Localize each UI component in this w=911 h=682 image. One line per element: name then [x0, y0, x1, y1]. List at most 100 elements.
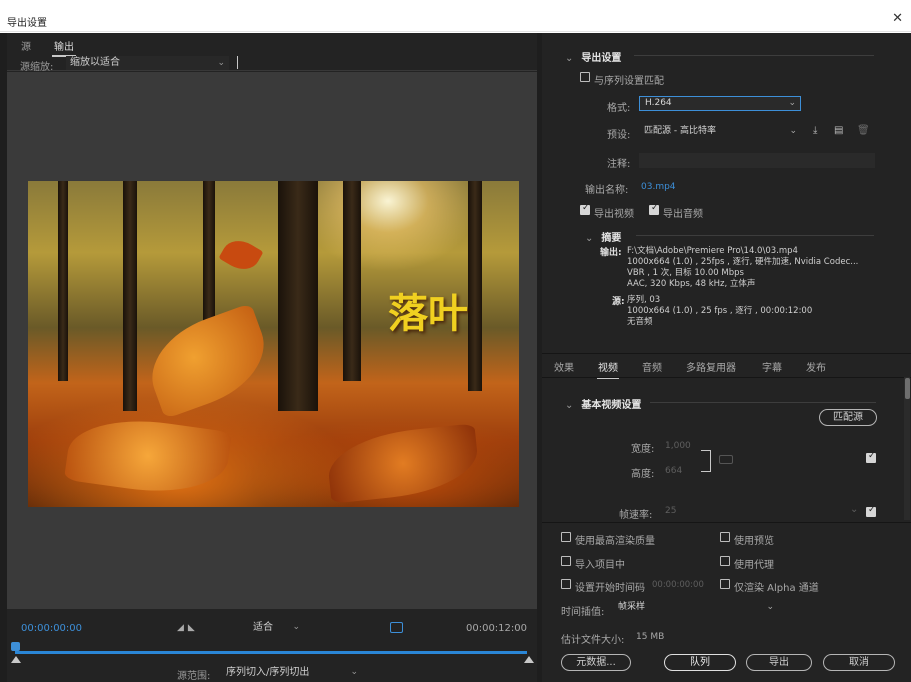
tab-video[interactable]: 视频 — [597, 359, 619, 379]
export-settings-title: 导出设置 — [581, 53, 622, 64]
chevron-down-icon: ⌄ — [789, 126, 797, 136]
tree-trunk — [468, 181, 482, 391]
chevron-down-icon: ⌄ — [788, 98, 796, 108]
in-point-handle[interactable] — [11, 656, 21, 663]
output-name-label: 输出名称: — [585, 185, 629, 196]
tab-captions[interactable]: 字幕 — [762, 359, 782, 374]
summary-source-line: 无音频 — [627, 317, 653, 327]
export-button[interactable]: 导出 — [746, 654, 812, 671]
comment-label: 注释: — [607, 159, 631, 170]
time-interpolation-select[interactable]: 帧采样 ⌄ — [613, 600, 778, 615]
source-range-select[interactable]: 序列切入/序列切出 ⌄ — [222, 665, 362, 680]
in-out-marker-icons[interactable]: ◢◣ — [177, 623, 199, 633]
match-source-button[interactable]: 匹配源 — [819, 409, 877, 426]
overlay-title: 落叶 — [388, 291, 468, 337]
basic-video-title: 基本视频设置 — [581, 400, 642, 411]
match-sequence-checkbox[interactable] — [580, 72, 590, 82]
export-audio-checkbox[interactable] — [649, 203, 659, 215]
chevron-down-icon: ⌄ — [292, 622, 300, 632]
import-preset-icon[interactable]: ▤ — [834, 125, 843, 136]
source-range-value: 序列切入/序列切出 — [226, 667, 310, 678]
summary-source-line: 序列, 03 — [627, 295, 661, 305]
divider — [636, 235, 874, 236]
use-proxies-checkbox[interactable] — [720, 556, 730, 566]
source-scale-row: 源缩放: 缩放以适合 ⌄ — [7, 54, 537, 73]
export-audio-label: 导出音频 — [663, 209, 703, 220]
frame-rate-auto-checkbox[interactable] — [866, 505, 876, 517]
fit-value: 适合 — [253, 622, 273, 633]
video-frame: 落叶 — [28, 181, 519, 507]
set-start-timecode-checkbox[interactable] — [561, 579, 571, 589]
use-previews-checkbox[interactable] — [720, 532, 730, 542]
playhead-handle[interactable] — [11, 642, 20, 651]
preset-value: 匹配源 - 高比特率 — [644, 126, 716, 136]
summary-output-key: 输出: — [600, 248, 622, 258]
export-settings-header[interactable]: ⌄ 导出设置 — [565, 49, 621, 64]
chevron-down-icon: ⌄ — [565, 53, 574, 64]
crop-icon[interactable] — [390, 622, 403, 633]
divider — [237, 56, 238, 69]
cancel-button[interactable]: 取消 — [823, 654, 895, 671]
tree-trunk — [123, 181, 137, 411]
tree-trunk — [343, 181, 361, 381]
tab-audio[interactable]: 音频 — [642, 359, 662, 374]
match-sequence-label: 与序列设置匹配 — [594, 76, 664, 87]
tab-effects[interactable]: 效果 — [554, 359, 574, 374]
chevron-down-icon: ⌄ — [565, 400, 574, 411]
save-preset-icon[interactable]: ⤓ — [813, 125, 817, 136]
start-timecode-field[interactable]: 00:00:00:00 — [652, 580, 704, 590]
use-previews-label: 使用预览 — [734, 536, 774, 547]
frame-rate-value[interactable]: 25 — [665, 506, 676, 516]
source-scale-value: 缩放以适合 — [70, 57, 120, 68]
divider — [542, 377, 911, 378]
tab-source[interactable]: 源 — [21, 38, 31, 53]
scrollbar-thumb[interactable] — [905, 378, 910, 399]
settings-pane: ⌄ 导出设置 与序列设置匹配 格式: H.264 ⌄ 预设: 匹配源 - 高比特率… — [542, 33, 911, 682]
frame-rate-label: 帧速率: — [619, 510, 653, 521]
link-icon[interactable] — [719, 455, 733, 464]
basic-video-header[interactable]: ⌄ 基本视频设置 — [565, 396, 641, 411]
summary-output-line: AAC, 320 Kbps, 48 kHz, 立体声 — [627, 279, 756, 289]
source-scale-select[interactable]: 缩放以适合 ⌄ — [66, 56, 229, 70]
width-label: 宽度: — [631, 444, 655, 455]
format-select[interactable]: H.264 ⌄ — [639, 96, 801, 111]
tree-trunk — [58, 181, 68, 381]
height-value[interactable]: 664 — [665, 466, 682, 476]
output-name-link[interactable]: 03.mp4 — [641, 182, 676, 192]
preset-select[interactable]: 匹配源 - 高比特率 ⌄ — [639, 124, 801, 139]
render-alpha-only-checkbox[interactable] — [720, 579, 730, 589]
time-interpolation-value: 帧采样 — [618, 602, 646, 612]
file-size-value: 15 MB — [636, 632, 665, 642]
summary-output-line: VBR , 1 次, 目标 10.00 Mbps — [627, 268, 744, 278]
summary-output-line: 1000x664 (1.0) , 25fps , 逐行, 硬件加速, Nvidi… — [627, 257, 859, 267]
file-size-label: 估计文件大小: — [561, 635, 625, 646]
metadata-button[interactable]: 元数据... — [561, 654, 631, 671]
tree-trunk — [278, 181, 318, 411]
timeline-bar[interactable] — [15, 651, 527, 654]
summary-output-line: F:\文档\Adobe\Premiere Pro\14.0\03.mp4 — [627, 246, 798, 256]
comment-field[interactable] — [639, 153, 875, 168]
use-proxies-label: 使用代理 — [734, 560, 774, 571]
fit-select[interactable]: 适合 ⌄ — [247, 620, 302, 635]
out-point-handle[interactable] — [524, 656, 534, 663]
summary-header[interactable]: ⌄ 摘要 — [585, 229, 621, 244]
queue-button[interactable]: 队列 — [664, 654, 736, 671]
tab-publish[interactable]: 发布 — [806, 359, 826, 374]
close-icon[interactable]: ✕ — [892, 11, 903, 26]
summary-title: 摘要 — [601, 233, 622, 244]
chevron-down-icon: ⌄ — [766, 602, 774, 612]
delete-preset-icon[interactable]: 🗑 — [857, 125, 870, 136]
import-into-project-checkbox[interactable] — [561, 556, 571, 566]
export-video-label: 导出视频 — [594, 209, 634, 220]
current-timecode[interactable]: 00:00:00:00 — [21, 623, 82, 634]
tab-output[interactable]: 输出 — [52, 38, 76, 57]
format-value: H.264 — [645, 98, 672, 108]
preset-label: 预设: — [607, 130, 631, 141]
tab-multiplexer[interactable]: 多路复用器 — [686, 359, 736, 374]
export-video-checkbox[interactable] — [580, 203, 590, 215]
max-render-quality-checkbox[interactable] — [561, 532, 571, 542]
render-alpha-only-label: 仅渲染 Alpha 通道 — [734, 583, 819, 594]
width-value[interactable]: 1,000 — [665, 441, 691, 451]
width-height-auto-checkbox[interactable] — [866, 451, 876, 463]
duration-timecode: 00:00:12:00 — [465, 623, 527, 634]
